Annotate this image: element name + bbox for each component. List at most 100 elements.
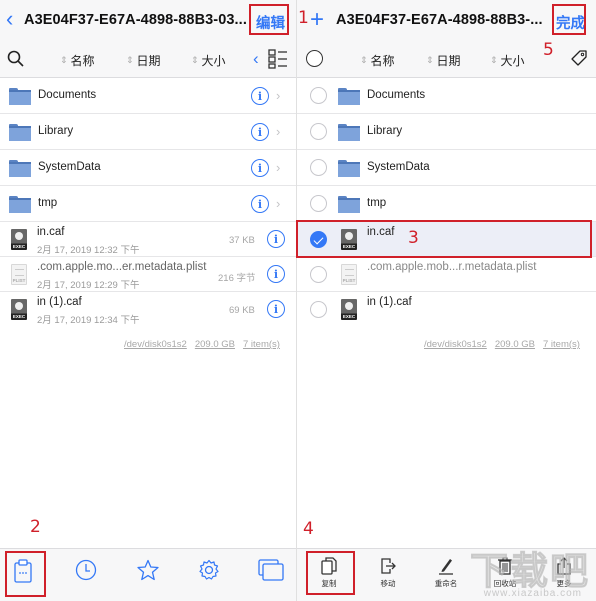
watermark-url: www.xiazaiba.com [483, 588, 582, 599]
rename-button[interactable]: 重命名 [426, 557, 466, 589]
sort-by-name[interactable]: ⇕ 名称 [360, 52, 395, 69]
annotation-number: 5 [543, 40, 554, 60]
add-icon[interactable]: + [310, 6, 324, 34]
copy-button[interactable]: 复制 [309, 557, 349, 589]
folder-row-library[interactable]: Library i › [0, 114, 297, 150]
file-size: 69 KB [229, 305, 255, 316]
folder-row-tmp[interactable]: tmp i › [0, 186, 297, 222]
select-radio[interactable] [310, 123, 327, 140]
select-row-documents[interactable]: Documents [296, 78, 596, 114]
watermark-logo: 下载吧 [469, 551, 590, 594]
plist-file-icon [341, 264, 357, 285]
file-date: 2月 17, 2019 12:29 下午 [37, 280, 140, 291]
info-icon[interactable]: i [267, 265, 285, 283]
exec-file-icon [11, 299, 27, 320]
sort-caret-icon: ⇕ [126, 55, 134, 65]
storage-info: /dev/disk0s1s2 209.0 GB 7 item(s) [124, 339, 280, 350]
file-name: in.caf [37, 226, 65, 238]
folder-name: Documents [367, 89, 426, 101]
left-navbar: ‹ A3E04F37-E67A-4898-88B3-03... 编辑 [0, 0, 297, 40]
item-count-link[interactable]: 7 item(s) [243, 339, 280, 350]
select-radio-checked[interactable] [310, 231, 327, 248]
select-radio[interactable] [310, 159, 327, 176]
select-radio[interactable] [310, 266, 327, 283]
file-row-metadata-plist[interactable]: .com.apple.mo...er.metadata.plist 2月 17,… [0, 257, 297, 292]
storage-info: /dev/disk0s1s2 209.0 GB 7 item(s) [424, 339, 580, 350]
collapse-chevron-icon[interactable]: ‹ [253, 49, 259, 69]
sort-by-date[interactable]: ⇕ 日期 [126, 52, 161, 69]
capacity-link[interactable]: 209.0 GB [195, 339, 235, 350]
windows-icon[interactable] [258, 559, 284, 581]
folder-icon [338, 160, 360, 177]
capacity-link[interactable]: 209.0 GB [495, 339, 535, 350]
panel-divider [296, 0, 297, 601]
chevron-right-icon: › [276, 160, 281, 175]
list-view-icon[interactable] [268, 49, 288, 69]
tag-icon[interactable] [570, 49, 588, 67]
star-icon[interactable] [137, 559, 159, 581]
folder-name: Library [367, 125, 403, 137]
right-navbar: + A3E04F37-E67A-4898-88B3-... 完成 [296, 0, 596, 40]
clock-icon[interactable] [75, 559, 97, 581]
sort-caret-icon: ⇕ [490, 55, 498, 65]
folder-icon [9, 160, 31, 177]
left-tabbar [0, 548, 297, 601]
file-date: 2月 17, 2019 12:34 下午 [37, 315, 140, 326]
select-radio[interactable] [310, 301, 327, 318]
info-icon[interactable]: i [267, 230, 285, 248]
info-icon[interactable]: i [251, 123, 269, 141]
folder-icon [9, 124, 31, 141]
file-row-in-caf[interactable]: in.caf 2月 17, 2019 12:32 下午 37 KB i [0, 222, 297, 257]
select-row-systemdata[interactable]: SystemData [296, 150, 596, 186]
sort-caret-icon: ⇕ [360, 55, 368, 65]
page-title: A3E04F37-E67A-4898-88B3-... [336, 12, 543, 28]
sort-caret-icon: ⇕ [191, 55, 199, 65]
file-name: in (1).caf [37, 296, 82, 308]
folder-name: tmp [367, 197, 387, 209]
file-size: 37 KB [229, 235, 255, 246]
select-radio[interactable] [310, 195, 327, 212]
copy-icon [321, 557, 337, 575]
back-icon[interactable]: ‹ [6, 8, 13, 30]
sort-by-name[interactable]: ⇕ 名称 [60, 52, 95, 69]
select-row-library[interactable]: Library [296, 114, 596, 150]
select-radio[interactable] [310, 87, 327, 104]
clipboard-icon[interactable] [13, 559, 33, 583]
left-file-list: Documents i › Library i › SystemData i ›… [0, 78, 297, 327]
folder-icon [338, 196, 360, 213]
sort-by-date[interactable]: ⇕ 日期 [426, 52, 461, 69]
select-row-in-1-caf[interactable]: in (1).caf [296, 292, 596, 327]
sort-by-size[interactable]: ⇕ 大小 [191, 52, 226, 69]
device-path-link[interactable]: /dev/disk0s1s2 [124, 339, 187, 350]
folder-name: tmp [38, 197, 58, 209]
folder-name: SystemData [38, 161, 101, 173]
page-title: A3E04F37-E67A-4898-88B3-03... [24, 12, 247, 28]
select-all-radio[interactable] [306, 50, 323, 67]
select-row-tmp[interactable]: tmp [296, 186, 596, 222]
chevron-right-icon: › [276, 124, 281, 139]
annotation-number: 4 [303, 519, 314, 539]
sort-caret-icon: ⇕ [426, 55, 434, 65]
info-icon[interactable]: i [251, 195, 269, 213]
gear-icon[interactable] [198, 559, 220, 581]
file-row-in-1-caf[interactable]: in (1).caf 2月 17, 2019 12:34 下午 69 KB i [0, 292, 297, 327]
info-icon[interactable]: i [267, 300, 285, 318]
info-icon[interactable]: i [251, 87, 269, 105]
plist-file-icon [11, 264, 27, 285]
done-button[interactable]: 完成 [556, 12, 585, 33]
annotation-number: 1 [298, 8, 309, 28]
folder-row-systemdata[interactable]: SystemData i › [0, 150, 297, 186]
folder-name: Documents [38, 89, 97, 101]
select-row-metadata-plist[interactable]: .com.apple.mob...r.metadata.plist [296, 257, 596, 292]
folder-name: SystemData [367, 161, 430, 173]
move-button[interactable]: 移动 [368, 557, 408, 589]
sort-by-size[interactable]: ⇕ 大小 [490, 52, 525, 69]
device-path-link[interactable]: /dev/disk0s1s2 [424, 339, 487, 350]
folder-row-documents[interactable]: Documents i › [0, 78, 297, 114]
item-count-link[interactable]: 7 item(s) [543, 339, 580, 350]
search-icon[interactable] [7, 50, 25, 68]
rename-icon [439, 559, 453, 575]
info-icon[interactable]: i [251, 159, 269, 177]
edit-button[interactable]: 编辑 [256, 12, 285, 33]
select-row-in-caf[interactable]: in.caf [296, 222, 596, 257]
